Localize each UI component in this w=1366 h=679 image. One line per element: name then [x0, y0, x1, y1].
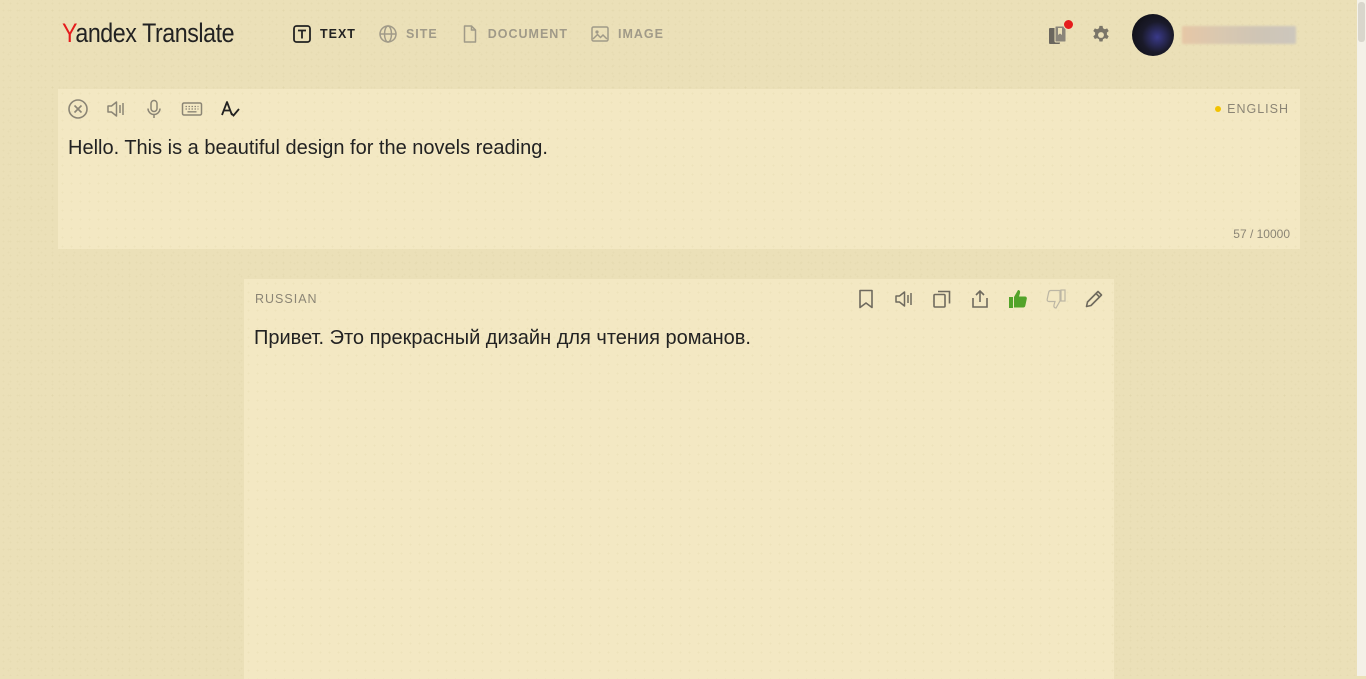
- scrollbar[interactable]: [1357, 0, 1366, 676]
- clear-button[interactable]: [66, 97, 90, 121]
- edit-button[interactable]: [1082, 287, 1106, 311]
- collections-button[interactable]: [1046, 19, 1074, 47]
- bookmark-icon: [859, 289, 873, 309]
- listen-source-button[interactable]: [104, 97, 128, 121]
- translation-text: Привет. Это прекрасный дизайн для чтения…: [254, 327, 751, 349]
- logo-product: Translate: [136, 18, 235, 48]
- translation-panel: RUSSIAN Привет. Это прекрасный дизайн дл…: [244, 279, 1114, 679]
- source-panel: ENGLISH Hello. This is a beautiful desig…: [58, 89, 1300, 249]
- language-dot: [1215, 106, 1222, 112]
- tab-site[interactable]: SITE: [378, 24, 438, 44]
- bookmark-button[interactable]: [854, 287, 878, 311]
- avatar[interactable]: [1132, 14, 1174, 56]
- notification-dot: [1063, 19, 1074, 30]
- voice-input-button[interactable]: [142, 97, 166, 121]
- share-icon: [972, 289, 988, 308]
- share-button[interactable]: [968, 287, 992, 311]
- tab-document[interactable]: DOCUMENT: [460, 24, 568, 44]
- logo-brand: andex: [75, 18, 137, 48]
- spellcheck-button[interactable]: [218, 97, 242, 121]
- globe-icon: [379, 25, 397, 43]
- source-text-input[interactable]: Hello. This is a beautiful design for th…: [68, 137, 548, 160]
- tab-image[interactable]: IMAGE: [590, 24, 664, 44]
- gear-icon[interactable]: [1090, 24, 1112, 46]
- speaker-icon: [895, 291, 912, 307]
- image-icon: [591, 26, 609, 42]
- target-language-selector[interactable]: RUSSIAN: [255, 292, 318, 306]
- translation-toolbar: [854, 287, 1106, 311]
- thumbs-up-button[interactable]: [1006, 287, 1030, 311]
- document-icon: [463, 25, 476, 43]
- tab-text[interactable]: TEXT: [292, 24, 356, 44]
- speaker-icon: [107, 101, 124, 117]
- keyboard-button[interactable]: [180, 97, 204, 121]
- thumbs-down-icon: [1046, 289, 1066, 309]
- microphone-icon: [147, 99, 161, 118]
- logo[interactable]: Yandex Translate: [62, 18, 235, 49]
- mode-tabs: TEXT SITE DOCUMENT IMAGE: [292, 24, 664, 44]
- listen-translation-button[interactable]: [892, 287, 916, 311]
- source-language-label: ENGLISH: [1227, 102, 1289, 116]
- close-circle-icon: [68, 99, 88, 119]
- text-icon: [293, 25, 311, 43]
- pencil-icon: [1085, 290, 1103, 308]
- tab-document-label: DOCUMENT: [487, 27, 568, 41]
- logo-y: Y: [62, 18, 76, 48]
- username-blurred[interactable]: [1182, 26, 1296, 44]
- spellcheck-icon: [221, 101, 240, 117]
- keyboard-icon: [181, 102, 203, 116]
- character-counter: 57 / 10000: [1233, 227, 1290, 241]
- tab-text-label: TEXT: [320, 27, 356, 41]
- copy-button[interactable]: [930, 287, 954, 311]
- header-actions: [1046, 14, 1296, 56]
- thumbs-down-button[interactable]: [1044, 287, 1068, 311]
- source-language-selector[interactable]: ENGLISH: [1215, 102, 1289, 116]
- source-toolbar: [66, 97, 242, 121]
- copy-icon: [933, 290, 951, 308]
- tab-image-label: IMAGE: [617, 27, 664, 41]
- tab-site-label: SITE: [405, 27, 438, 41]
- thumbs-up-icon: [1009, 290, 1027, 308]
- scrollbar-thumb[interactable]: [1358, 2, 1365, 42]
